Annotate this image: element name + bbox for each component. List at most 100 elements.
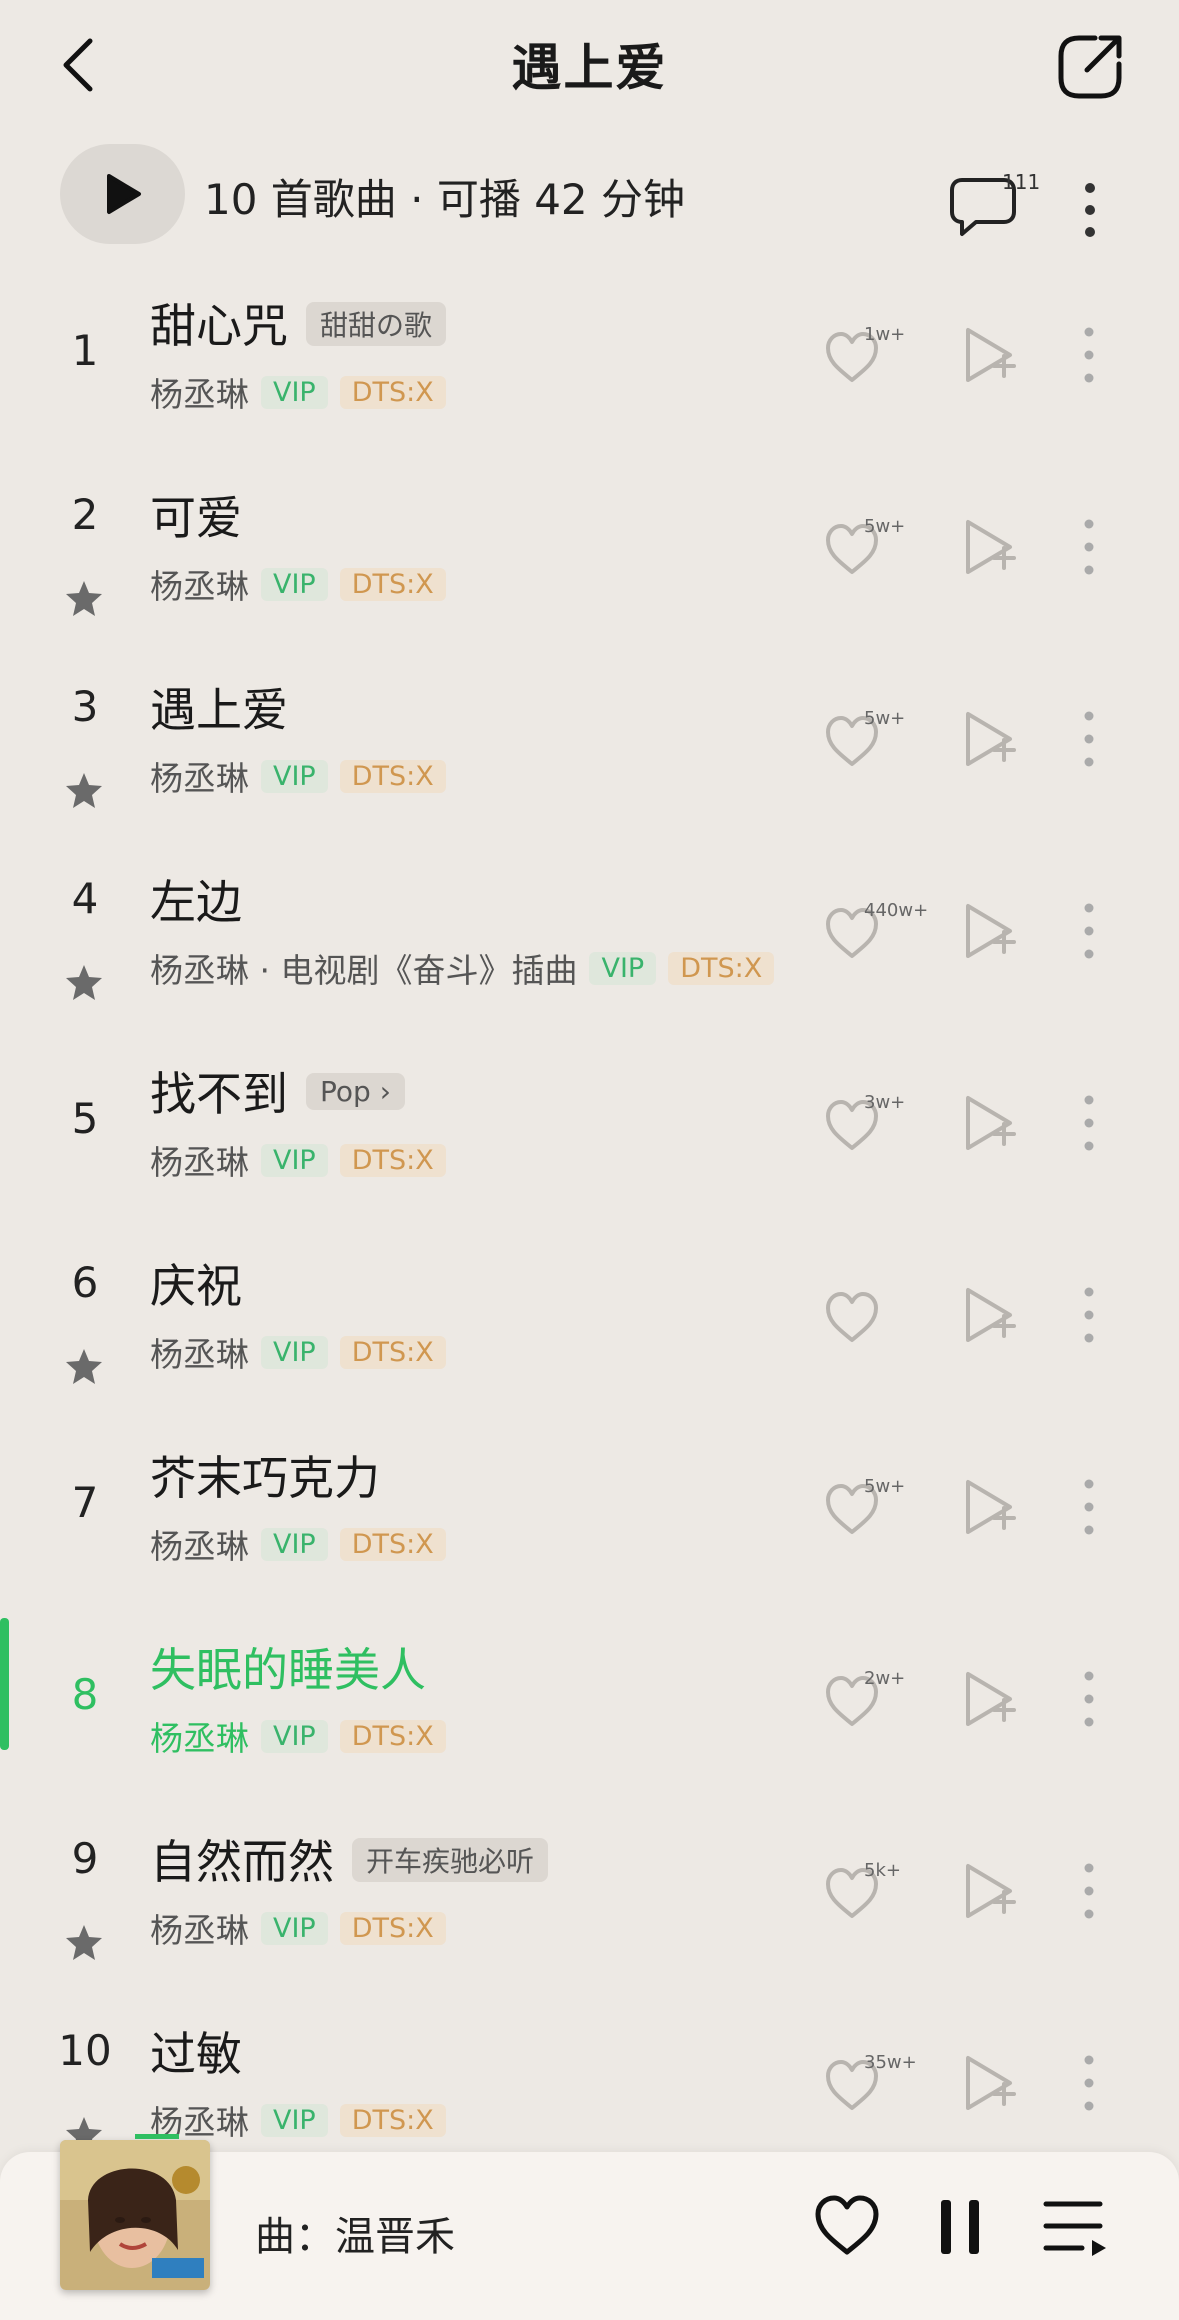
song-row[interactable]: 1 甜心咒 甜甜の歌 杨丞琳 VIP DTS:X 1w+	[0, 266, 1179, 458]
song-meta: 杨丞琳 VIP DTS:X	[150, 368, 446, 416]
share-icon	[1058, 35, 1122, 99]
add-to-queue-icon[interactable]	[958, 1476, 1018, 1538]
playlist-button[interactable]	[1040, 2196, 1110, 2260]
album-cover-image	[60, 2140, 210, 2290]
song-title-text: 芥末巧克力	[150, 1451, 380, 1505]
mini-player[interactable]: 曲：温晋禾	[0, 2134, 1179, 2320]
dts-badge: DTS:X	[668, 951, 775, 985]
song-row[interactable]: 3 遇上爱 杨丞琳 VIP DTS:X 5w+	[0, 650, 1179, 842]
add-to-queue-icon[interactable]	[958, 1668, 1018, 1730]
song-title: 遇上爱	[150, 674, 288, 740]
like-count: 440w+	[864, 900, 929, 921]
dts-badge: DTS:X	[339, 759, 446, 793]
song-row[interactable]: 8 失眠的睡美人 杨丞琳 VIP DTS:X 2w+	[0, 1610, 1179, 1802]
song-title: 左边	[150, 866, 242, 932]
artist-name: 杨丞琳	[150, 1143, 249, 1182]
song-title: 找不到 Pop ›	[150, 1058, 405, 1124]
dts-badge: DTS:X	[339, 1911, 446, 1945]
share-button[interactable]	[1055, 32, 1125, 102]
album-cover[interactable]	[60, 2140, 210, 2290]
song-title-text: 找不到	[150, 1067, 288, 1121]
song-meta: 杨丞琳 VIP DTS:X	[150, 2096, 446, 2144]
vip-badge: VIP	[261, 1527, 328, 1561]
star-icon	[66, 1925, 102, 1960]
vip-badge: VIP	[261, 759, 328, 793]
song-row[interactable]: 7 芥末巧克力 杨丞琳 VIP DTS:X 5w+	[0, 1418, 1179, 1610]
vip-badge: VIP	[261, 1143, 328, 1177]
song-meta: 杨丞琳 VIP DTS:X	[150, 1712, 446, 1760]
more-vertical-icon[interactable]	[1074, 1860, 1104, 1922]
song-meta: 杨丞琳 VIP DTS:X	[150, 752, 446, 800]
add-to-queue-icon[interactable]	[958, 1284, 1018, 1346]
song-tag[interactable]: 开车疾驰必听	[352, 1837, 549, 1882]
add-to-queue-icon[interactable]	[958, 1092, 1018, 1154]
track-number: 5	[71, 1094, 99, 1143]
vip-badge: VIP	[261, 567, 328, 601]
song-title: 庆祝	[150, 1250, 242, 1316]
more-vertical-icon[interactable]	[1074, 1668, 1104, 1730]
like-count: 5w+	[864, 516, 906, 537]
header: 遇上爱	[0, 0, 1179, 130]
add-to-queue-icon[interactable]	[958, 516, 1018, 578]
play-all-row: 10 首歌曲 · 可播 42 分钟 111	[0, 140, 1179, 250]
play-icon	[106, 174, 141, 214]
song-title-text: 左边	[150, 875, 242, 929]
pause-icon	[941, 2200, 979, 2254]
dts-badge: DTS:X	[339, 2103, 446, 2137]
artist-name: 杨丞琳 · 电视剧《奋斗》插曲	[150, 951, 578, 990]
song-meta: 杨丞琳 · 电视剧《奋斗》插曲 VIP DTS:X	[150, 944, 775, 992]
add-to-queue-icon[interactable]	[958, 900, 1018, 962]
song-title-text: 甜心咒	[150, 299, 288, 353]
comment-count: 111	[1002, 170, 1041, 194]
song-title-text: 可爱	[150, 491, 242, 545]
artist-name: 杨丞琳	[150, 375, 249, 414]
artist-name: 杨丞琳	[150, 1335, 249, 1374]
like-heart-icon[interactable]	[822, 1288, 882, 1348]
track-number: 6	[71, 1258, 99, 1307]
add-to-queue-icon[interactable]	[958, 2052, 1018, 2114]
song-title-text: 自然而然	[150, 1835, 334, 1889]
favorite-button[interactable]	[812, 2192, 882, 2262]
track-number: 4	[71, 874, 99, 923]
song-row[interactable]: 9 自然而然 开车疾驰必听 杨丞琳 VIP DTS:X 5k+	[0, 1802, 1179, 1994]
artist-name: 杨丞琳	[150, 1719, 249, 1758]
song-row[interactable]: 6 庆祝 杨丞琳 VIP DTS:X	[0, 1226, 1179, 1418]
more-vertical-icon[interactable]	[1074, 516, 1104, 578]
add-to-queue-icon[interactable]	[958, 1860, 1018, 1922]
dts-badge: DTS:X	[339, 1719, 446, 1753]
song-title-text: 失眠的睡美人	[150, 1643, 426, 1697]
more-vertical-icon[interactable]	[1074, 1476, 1104, 1538]
add-to-queue-icon[interactable]	[958, 708, 1018, 770]
song-title: 可爱	[150, 482, 242, 548]
like-count: 2w+	[864, 1668, 906, 1689]
more-vertical-icon[interactable]	[1074, 324, 1104, 386]
song-row[interactable]: 2 可爱 杨丞琳 VIP DTS:X 5w+	[0, 458, 1179, 650]
song-meta: 杨丞琳 VIP DTS:X	[150, 560, 446, 608]
track-number: 7	[71, 1478, 99, 1527]
track-number: 3	[71, 682, 99, 731]
song-tag[interactable]: 甜甜の歌	[306, 301, 447, 346]
vip-badge: VIP	[261, 375, 328, 409]
like-count: 3w+	[864, 1092, 906, 1113]
more-vertical-icon[interactable]	[1074, 1092, 1104, 1154]
pause-button[interactable]	[935, 2194, 985, 2260]
song-row[interactable]: 5 找不到 Pop › 杨丞琳 VIP DTS:X 3w+	[0, 1034, 1179, 1226]
vip-badge: VIP	[261, 1335, 328, 1369]
dts-badge: DTS:X	[339, 1527, 446, 1561]
vip-badge: VIP	[261, 2103, 328, 2137]
more-vertical-icon[interactable]	[1074, 1284, 1104, 1346]
add-to-queue-icon[interactable]	[958, 324, 1018, 386]
more-vertical-icon[interactable]	[1074, 708, 1104, 770]
more-vertical-icon	[1085, 183, 1095, 237]
song-title: 甜心咒 甜甜の歌	[150, 290, 447, 356]
more-vertical-icon[interactable]	[1074, 2052, 1104, 2114]
track-number: 8	[71, 1670, 99, 1719]
song-row[interactable]: 4 左边 杨丞琳 · 电视剧《奋斗》插曲 VIP DTS:X 440w+	[0, 842, 1179, 1034]
more-vertical-icon[interactable]	[1074, 900, 1104, 962]
song-title: 自然而然 开车疾驰必听	[150, 1826, 549, 1892]
artist-name: 杨丞琳	[150, 759, 249, 798]
artist-name: 杨丞琳	[150, 1911, 249, 1950]
play-all-button[interactable]	[60, 144, 185, 244]
song-tag[interactable]: Pop ›	[306, 1073, 405, 1110]
more-button[interactable]	[1075, 180, 1105, 240]
